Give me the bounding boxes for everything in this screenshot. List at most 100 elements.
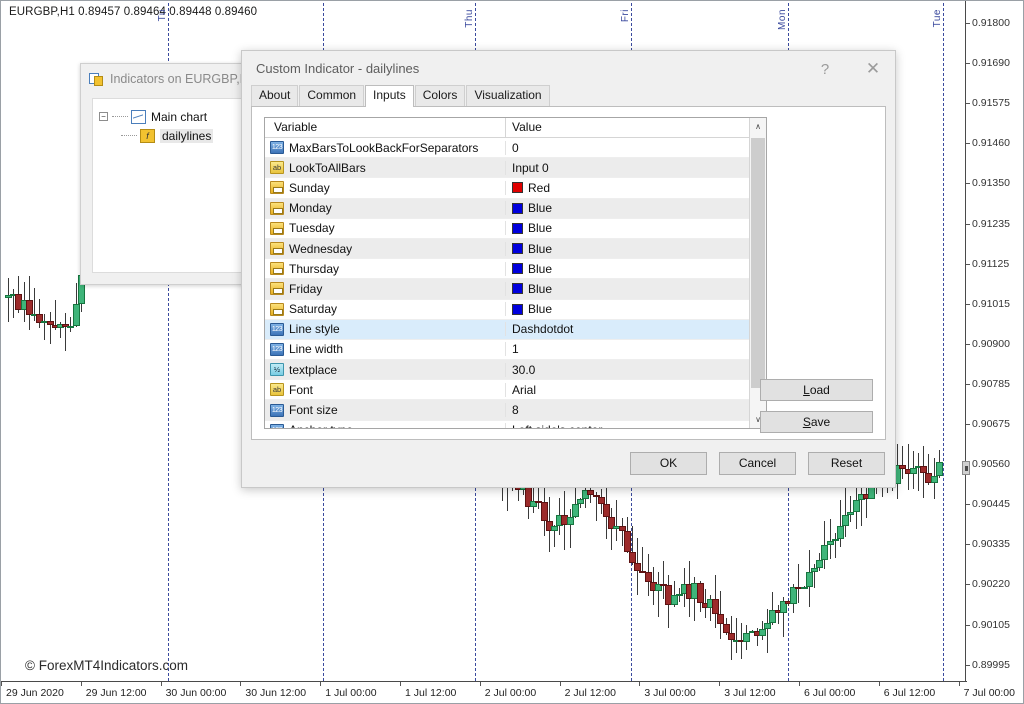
table-row[interactable]: Monday Blue [265,199,766,219]
price-tick-label: 0.91125 [972,258,1009,270]
day-label: Fri [620,9,631,22]
tab-inputs[interactable]: Inputs [365,85,414,107]
cell-value[interactable]: 8 [506,403,766,417]
color-swatch [512,203,523,214]
cell-variable: 123Font size [265,403,506,417]
variable-label: Wednesday [289,242,352,256]
tab-common[interactable]: Common [299,85,364,106]
cell-value[interactable]: Input 0 [506,161,766,175]
time-tick-label: 3 Jul 00:00 [644,687,695,699]
chart-quote-line: EURGBP,H1 0.89457 0.89464 0.89448 0.8946… [9,6,257,18]
custom-indicator-dialog[interactable]: Custom Indicator - dailylines ? ✕ AboutC… [241,50,896,488]
table-row[interactable]: Friday Blue [265,279,766,299]
value-label: 1 [512,342,519,356]
grid-body[interactable]: 123MaxBarsToLookBackForSeparators0abLook… [265,138,766,428]
tab-colors[interactable]: Colors [415,85,466,106]
dialog-titlebar[interactable]: Custom Indicator - dailylines ? ✕ [242,51,895,87]
variable-label: Friday [289,282,322,296]
ok-button[interactable]: OK [630,452,707,475]
variable-label: Saturday [289,302,337,316]
help-icon[interactable]: ? [803,51,847,87]
value-label: Blue [528,201,552,215]
cell-variable: Tuesday [265,221,506,235]
cell-variable: Monday [265,201,506,215]
cell-value[interactable]: Blue [506,242,766,256]
cell-value[interactable]: 0 [506,141,766,155]
tree-node-label: Main chart [151,110,207,124]
table-row[interactable]: abFont Arial [265,380,766,400]
scrollbar-thumb[interactable] [751,138,765,388]
table-row[interactable]: 123Font size 8 [265,400,766,420]
price-tick-label: 0.90105 [972,619,1010,631]
cell-value[interactable]: Blue [506,302,766,316]
cell-variable: ½ textplace [265,363,506,377]
cell-value[interactable]: 30.0 [506,363,766,377]
dialog-tab-bar[interactable]: AboutCommonInputsColorsVisualization [251,87,886,107]
price-tick-label: 0.91575 [972,97,1010,109]
reset-button[interactable]: Reset [808,452,885,475]
tab-about[interactable]: About [251,85,298,106]
color-icon [270,242,284,255]
table-row[interactable]: 123Line style Dashdotdot [265,320,766,340]
table-row[interactable]: TuesdayBlue [265,219,766,239]
price-tick-label: 0.90220 [972,578,1010,590]
float-icon: ½ [270,363,284,376]
table-row[interactable]: 123Line width1 [265,340,766,360]
cell-value[interactable]: Blue [506,221,766,235]
price-tick-label: 0.90675 [972,418,1010,430]
variable-label: Line width [289,342,343,356]
save-button[interactable]: Save [760,411,873,433]
day-separator-line [943,3,944,681]
cancel-button[interactable]: Cancel [719,452,796,475]
scroll-up-icon[interactable]: ∧ [750,118,766,135]
dialog-content-panel: Variable Value 123MaxBarsToLookBackForSe… [251,107,886,440]
chart-icon [131,110,146,124]
cell-value[interactable]: Blue [506,201,766,215]
value-label: Arial [512,383,536,397]
time-tick-label: 29 Jun 2020 [6,687,64,699]
cell-variable: abFont [265,383,506,397]
table-row[interactable]: SundayRed [265,178,766,198]
variable-label: textplace [289,363,337,377]
table-row[interactable]: Thursday Blue [265,259,766,279]
tree-collapse-toggle[interactable]: − [99,112,108,121]
day-label: Thu [464,9,475,28]
price-tick-label: 0.90785 [972,378,1010,390]
cell-value[interactable]: Red [506,181,766,195]
function-icon: f [140,129,155,143]
value-label: 8 [512,403,519,417]
color-swatch [512,182,523,193]
cell-value[interactable]: Arial [506,383,766,397]
variable-label: Thursday [289,262,339,276]
cell-variable: 123Line style [265,322,506,336]
day-label: Mon [777,9,788,30]
cell-value[interactable]: Left side's center [506,423,766,429]
time-scale[interactable]: 29 Jun 202029 Jun 12:0030 Jun 00:0030 Ju… [1,681,967,703]
value-label: Red [528,181,550,195]
cell-value[interactable]: Blue [506,262,766,276]
tab-visualization[interactable]: Visualization [466,85,549,106]
table-row[interactable]: ½ textplace 30.0 [265,360,766,380]
color-swatch [512,263,523,274]
inputs-grid[interactable]: Variable Value 123MaxBarsToLookBackForSe… [264,117,767,429]
table-row[interactable]: Saturday Blue [265,300,766,320]
price-scale[interactable]: 0.918000.916900.915750.914600.913500.912… [965,1,1023,683]
tree-child-label: dailylines [160,129,213,143]
cell-value[interactable]: Dashdotdot [506,322,766,336]
value-label: Input 0 [512,161,549,175]
value-label: Blue [528,262,552,276]
number-icon: 123 [270,404,284,417]
value-label: Dashdotdot [512,322,573,336]
table-row[interactable]: 123MaxBarsToLookBackForSeparators0 [265,138,766,158]
table-row[interactable]: Wednesday Blue [265,239,766,259]
cell-value[interactable]: 1 [506,342,766,356]
close-icon[interactable]: ✕ [851,51,895,87]
table-row[interactable]: 123Anchor typeLeft side's center [265,421,766,429]
table-row[interactable]: abLookToAllBarsInput 0 [265,158,766,178]
load-button-label: oad [810,383,830,397]
dialog-footer-buttons[interactable]: OK Cancel Reset [630,452,885,475]
value-label: Left side's center [512,423,602,429]
load-button[interactable]: Load [760,379,873,401]
side-button-group: Load Save [760,379,873,443]
cell-value[interactable]: Blue [506,282,766,296]
